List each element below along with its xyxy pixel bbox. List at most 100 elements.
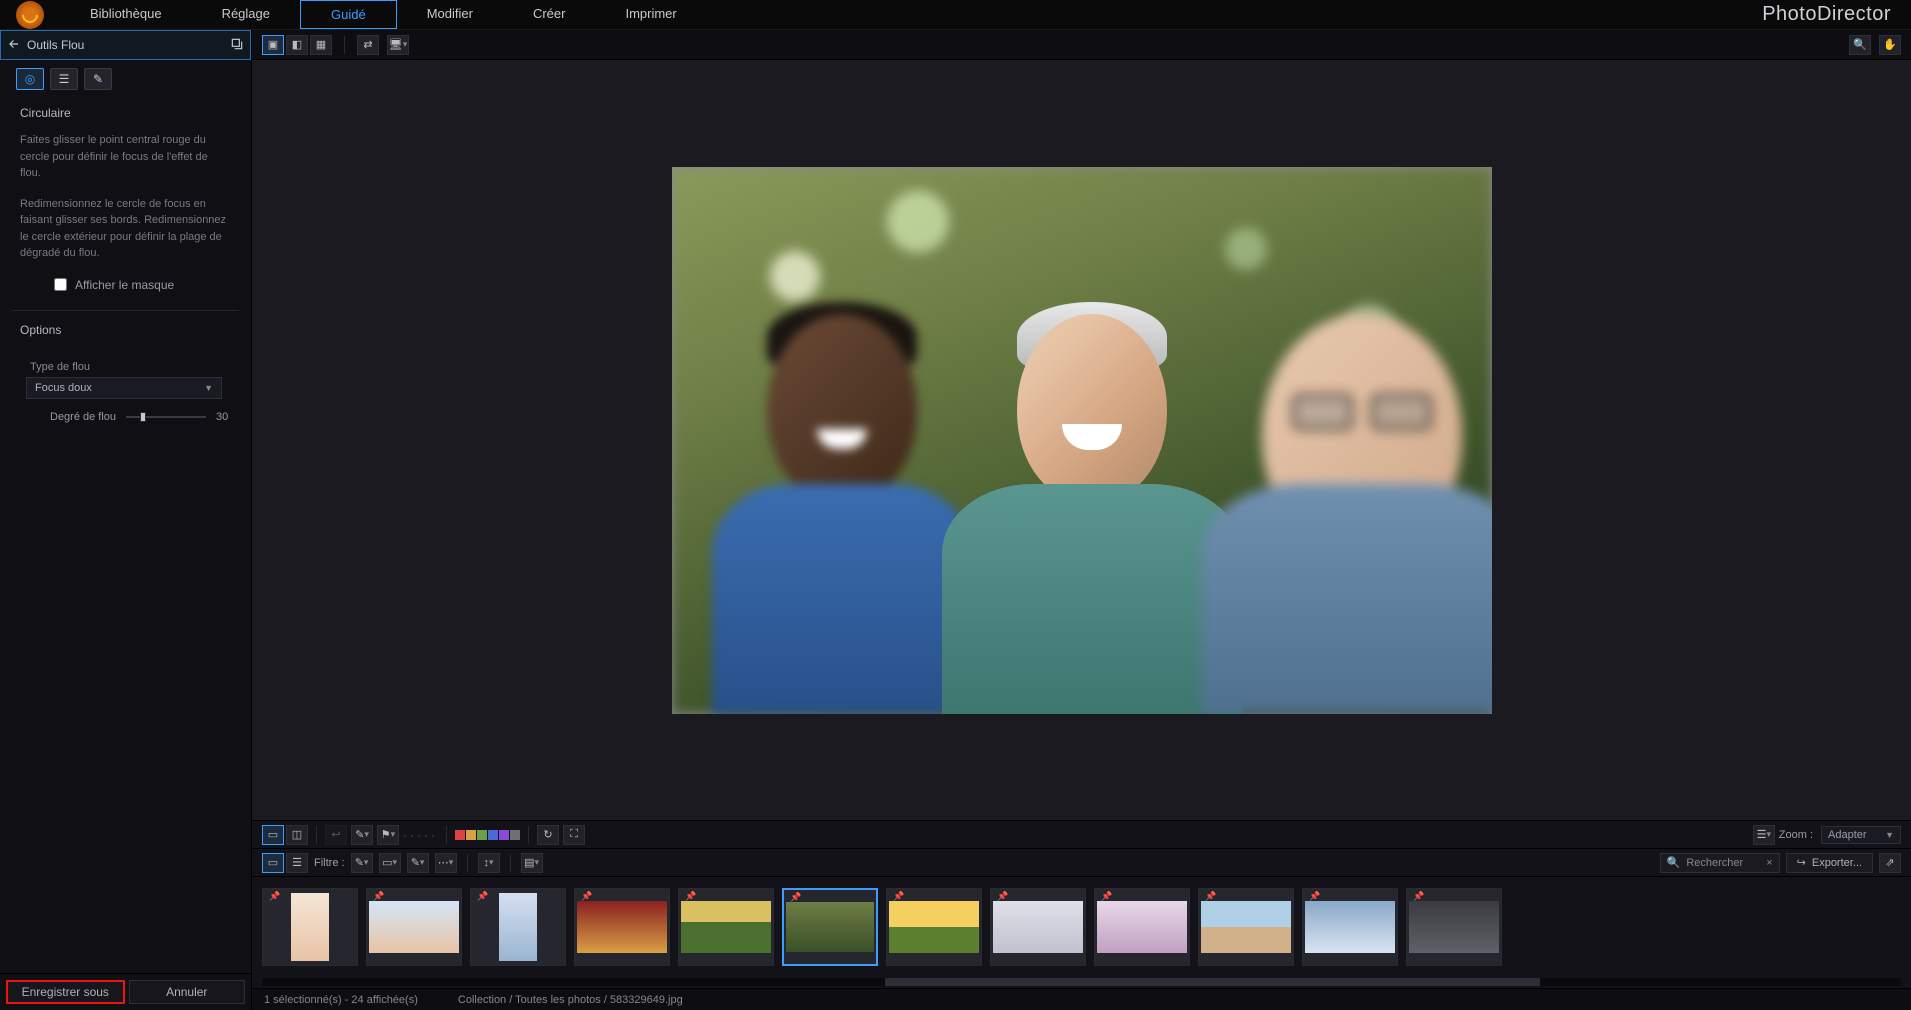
panel-title: Outils Flou [27, 38, 224, 52]
filter-pen-icon[interactable]: ✎▾ [407, 853, 429, 873]
thumb-image [1409, 901, 1499, 953]
chevron-down-icon: ▼ [204, 383, 213, 393]
brush-blur-icon[interactable]: ✎ [84, 68, 112, 90]
thumbnail[interactable]: 📌 [470, 888, 566, 966]
single-view-icon[interactable]: ▭ [262, 825, 284, 845]
export-button[interactable]: ↪ Exporter... [1786, 853, 1873, 873]
thumb-image [993, 901, 1083, 953]
thumb-image [1201, 901, 1291, 953]
divider [12, 310, 239, 311]
thumbnail[interactable]: 📌 [262, 888, 358, 966]
list-icon[interactable]: ☰▾ [1753, 825, 1775, 845]
description-text-2: Redimensionnez le cercle de focus en fai… [0, 192, 251, 272]
filter-more-icon[interactable]: ⋯▾ [435, 853, 457, 873]
zoom-tool-icon[interactable]: 🔍 [1849, 35, 1871, 55]
flag-icon[interactable]: ⚑▾ [377, 825, 399, 845]
list-view-icon[interactable]: ☰ [286, 853, 308, 873]
pin-icon: 📌 [477, 891, 488, 902]
main-photo [672, 167, 1492, 714]
view-compare-icon[interactable]: ◧ [286, 35, 308, 55]
thumbnail[interactable]: 📌 [1094, 888, 1190, 966]
eyedropper-icon[interactable]: ✎▾ [351, 825, 373, 845]
app-title: PhotoDirector [1762, 3, 1891, 26]
thumbnail[interactable]: 📌 [366, 888, 462, 966]
blur-type-select[interactable]: Focus doux ▼ [26, 377, 222, 399]
options-heading: Options [0, 315, 251, 345]
blur-type-value: Focus doux [35, 382, 92, 394]
thumb-image [291, 893, 329, 961]
color-labels[interactable] [455, 830, 520, 840]
back-icon[interactable] [7, 37, 21, 54]
thumbnail[interactable]: 📌 [1302, 888, 1398, 966]
color-label[interactable] [510, 830, 520, 840]
hand-tool-icon[interactable]: ✋ [1879, 35, 1901, 55]
h-scrollbar[interactable] [262, 978, 1901, 986]
circular-blur-icon[interactable]: ◎ [16, 68, 44, 90]
view-grid-icon[interactable]: ▦ [310, 35, 332, 55]
zoom-select[interactable]: Adapter▼ [1821, 826, 1901, 844]
cancel-button[interactable]: Annuler [129, 980, 246, 1004]
tab-réglage[interactable]: Réglage [192, 0, 300, 29]
thumbnail[interactable]: 📌 [678, 888, 774, 966]
divider [344, 36, 345, 54]
color-label[interactable] [455, 830, 465, 840]
rotate-icon[interactable]: ↻ [537, 825, 559, 845]
color-label[interactable] [499, 830, 509, 840]
thumb-image [1305, 901, 1395, 953]
thumb-image [577, 901, 667, 953]
save-as-button[interactable]: Enregistrer sous [6, 980, 125, 1004]
degree-label: Degré de flou [50, 411, 116, 423]
section-heading: Circulaire [0, 98, 251, 128]
description-text: Faites glisser le point central rouge du… [0, 128, 251, 192]
split-view-icon[interactable]: ◫ [286, 825, 308, 845]
filter-tag-icon[interactable]: ✎▾ [351, 853, 373, 873]
export-icon: ↪ [1797, 856, 1806, 869]
thumb-image [889, 901, 979, 953]
color-label[interactable] [477, 830, 487, 840]
share-icon[interactable]: ⇗ [1879, 853, 1901, 873]
thumbnail[interactable]: 📌 [782, 888, 878, 966]
status-path: Collection / Toutes les photos / 5833296… [458, 994, 683, 1006]
popout-icon[interactable] [230, 37, 244, 54]
thumb-image [681, 901, 771, 953]
view-single-icon[interactable]: ▣ [262, 35, 284, 55]
thumb-image [499, 893, 537, 961]
show-mask-checkbox[interactable]: Afficher le masque [0, 272, 251, 306]
tab-imprimer[interactable]: Imprimer [595, 0, 706, 29]
search-input[interactable]: 🔍 Rechercher × [1660, 853, 1780, 873]
tab-créer[interactable]: Créer [503, 0, 596, 29]
thumbnail[interactable]: 📌 [990, 888, 1086, 966]
search-placeholder: Rechercher [1686, 857, 1743, 869]
zoom-value: Adapter [1828, 829, 1867, 841]
linear-blur-icon[interactable]: ☰ [50, 68, 78, 90]
degree-value: 30 [216, 411, 228, 423]
stack-icon[interactable]: ▤▾ [521, 853, 543, 873]
tab-guidé[interactable]: Guidé [300, 0, 397, 29]
thumb-view-icon[interactable]: ▭ [262, 853, 284, 873]
zoom-label: Zoom : [1779, 829, 1813, 841]
search-icon: 🔍 [1667, 856, 1681, 869]
thumbnail[interactable]: 📌 [1406, 888, 1502, 966]
thumb-image [786, 902, 874, 952]
filter-label: Filtre : [314, 857, 345, 869]
color-label[interactable] [466, 830, 476, 840]
undo-icon[interactable]: ↩ [325, 825, 347, 845]
thumbnail[interactable]: 📌 [886, 888, 982, 966]
sort-icon[interactable]: ↕▾ [478, 853, 500, 873]
color-label[interactable] [488, 830, 498, 840]
filter-rect-icon[interactable]: ▭▾ [379, 853, 401, 873]
rating-dots[interactable]: ····· [403, 828, 438, 842]
tab-modifier[interactable]: Modifier [397, 0, 503, 29]
close-icon[interactable]: × [1766, 857, 1772, 869]
crop-icon[interactable]: ⛶ [563, 825, 585, 845]
monitor-icon[interactable]: 🖥▾ [387, 35, 409, 55]
show-mask-input[interactable] [54, 278, 67, 291]
pin-icon: 📌 [269, 891, 280, 902]
thumbnail[interactable]: 📌 [1198, 888, 1294, 966]
thumbnail[interactable]: 📌 [574, 888, 670, 966]
degree-slider[interactable] [126, 416, 206, 418]
swap-icon[interactable]: ⇄ [357, 35, 379, 55]
tab-bibliothèque[interactable]: Bibliothèque [60, 0, 192, 29]
canvas[interactable] [252, 60, 1911, 820]
status-selection: 1 sélectionné(s) - 24 affichée(s) [264, 994, 418, 1006]
